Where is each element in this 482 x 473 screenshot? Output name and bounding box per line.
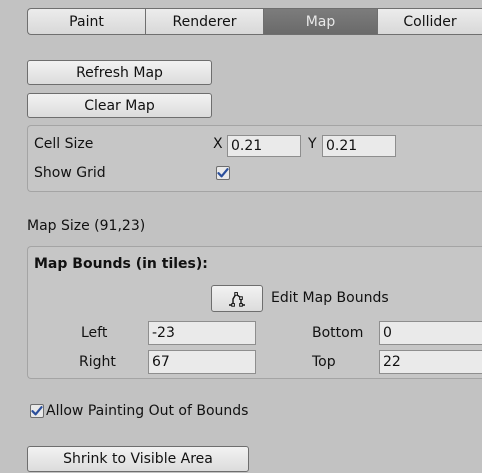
- left-label: Left: [81, 325, 108, 341]
- left-value: -23: [152, 325, 175, 341]
- top-value: 22: [383, 354, 401, 370]
- tab-renderer-label: Renderer: [172, 13, 237, 30]
- shrink-to-visible-button[interactable]: Shrink to Visible Area: [27, 446, 249, 472]
- right-label: Right: [79, 354, 116, 370]
- cell-size-y-field[interactable]: 0.21: [322, 135, 396, 157]
- cell-size-x-field[interactable]: 0.21: [227, 135, 301, 157]
- cell-x-label: X: [213, 136, 223, 152]
- allow-oob-label: Allow Painting Out of Bounds: [46, 403, 249, 419]
- tab-collider[interactable]: Collider: [377, 8, 482, 35]
- allow-oob-checkbox[interactable]: [30, 404, 44, 418]
- checkmark-icon: [31, 406, 43, 416]
- show-grid-checkbox[interactable]: [216, 166, 230, 180]
- edit-bounds-icon: [229, 291, 245, 307]
- refresh-map-label: Refresh Map: [76, 64, 163, 81]
- tab-paint[interactable]: Paint: [27, 8, 145, 35]
- show-grid-label: Show Grid: [34, 165, 106, 181]
- edit-map-bounds-button[interactable]: [211, 285, 263, 312]
- right-field[interactable]: 67: [148, 350, 256, 374]
- cell-y-label: Y: [308, 136, 317, 152]
- right-value: 67: [152, 354, 170, 370]
- checkmark-icon: [217, 168, 229, 178]
- tab-map[interactable]: Map: [263, 8, 377, 35]
- top-label: Top: [312, 354, 336, 370]
- tab-map-label: Map: [305, 13, 336, 30]
- bottom-value: 0: [383, 325, 392, 341]
- clear-map-label: Clear Map: [84, 97, 155, 114]
- tab-paint-label: Paint: [69, 13, 104, 30]
- bottom-field[interactable]: 0: [379, 321, 482, 345]
- bottom-label: Bottom: [312, 325, 364, 341]
- cell-size-y-value: 0.21: [326, 138, 358, 154]
- refresh-map-button[interactable]: Refresh Map: [27, 60, 212, 85]
- tab-collider-label: Collider: [403, 13, 457, 30]
- cell-size-label: Cell Size: [34, 136, 94, 152]
- edit-map-bounds-label: Edit Map Bounds: [271, 290, 389, 306]
- map-size-label: Map Size (91,23): [27, 218, 146, 234]
- cell-size-x-value: 0.21: [231, 138, 263, 154]
- left-field[interactable]: -23: [148, 321, 256, 345]
- clear-map-button[interactable]: Clear Map: [27, 93, 212, 118]
- tab-renderer[interactable]: Renderer: [145, 8, 263, 35]
- top-field[interactable]: 22: [379, 350, 482, 374]
- shrink-to-visible-label: Shrink to Visible Area: [63, 451, 213, 467]
- map-bounds-title: Map Bounds (in tiles):: [34, 256, 208, 272]
